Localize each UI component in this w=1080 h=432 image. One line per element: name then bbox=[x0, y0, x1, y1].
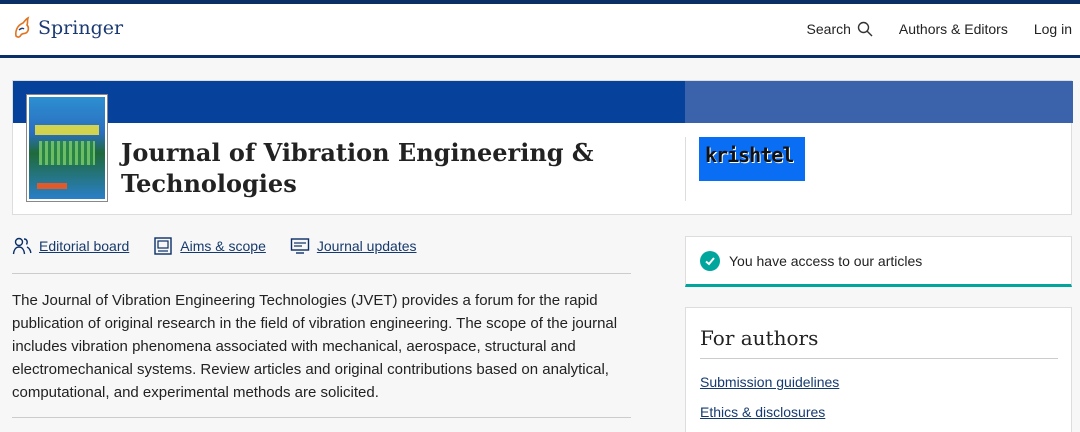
springer-logo[interactable]: Springer bbox=[12, 16, 123, 40]
journal-color-band bbox=[13, 81, 685, 123]
book-icon bbox=[154, 237, 172, 255]
authors-editors-label: Authors & Editors bbox=[898, 21, 1008, 37]
vertical-divider bbox=[685, 137, 686, 201]
people-icon bbox=[12, 237, 32, 255]
editorial-board-label: Editorial board bbox=[39, 238, 130, 254]
search-icon bbox=[857, 21, 873, 37]
journal-updates-label: Journal updates bbox=[316, 238, 417, 254]
login-label: Log in bbox=[1033, 21, 1072, 37]
journal-updates-link[interactable]: Journal updates bbox=[290, 236, 417, 256]
site-header: Springer Search Authors & Editors Log in bbox=[0, 4, 1080, 58]
journal-header-card: Journal of Vibration Engineering & Techn… bbox=[12, 80, 1073, 215]
for-authors-divider bbox=[700, 358, 1058, 359]
editorial-board-link[interactable]: Editorial board bbox=[12, 236, 129, 256]
divider-top bbox=[12, 273, 631, 274]
journal-title: Journal of Vibration Engineering & Techn… bbox=[121, 138, 594, 198]
cover-publisher-mark bbox=[37, 183, 67, 189]
check-icon bbox=[700, 250, 720, 271]
submission-guidelines-link[interactable]: Submission guidelines bbox=[700, 374, 839, 390]
header-nav: Search Authors & Editors Log in bbox=[781, 21, 1072, 37]
journal-links: Editorial board Aims & scope Journal upd… bbox=[12, 236, 417, 256]
partner-logo-text: krishtel bbox=[705, 143, 794, 167]
ethics-disclosures-link[interactable]: Ethics & disclosures bbox=[700, 404, 825, 420]
cover-title-block bbox=[35, 125, 99, 135]
authors-editors-link[interactable]: Authors & Editors bbox=[899, 21, 1008, 37]
access-banner: You have access to our articles bbox=[685, 236, 1072, 287]
monitor-icon bbox=[290, 238, 310, 254]
springer-horse-icon bbox=[15, 16, 30, 38]
for-authors-panel: For authors Submission guidelines Ethics… bbox=[685, 307, 1072, 432]
aims-scope-link[interactable]: Aims & scope bbox=[153, 236, 266, 256]
divider-bottom bbox=[12, 417, 631, 418]
for-authors-heading: For authors bbox=[700, 326, 819, 350]
springer-brand-text: Springer bbox=[38, 17, 124, 39]
login-link[interactable]: Log in bbox=[1034, 21, 1072, 37]
partner-logo: krishtel bbox=[699, 137, 805, 181]
journal-description: The Journal of Vibration Engineering Tec… bbox=[12, 292, 618, 401]
search-label: Search bbox=[806, 21, 851, 37]
search-button[interactable]: Search bbox=[807, 21, 873, 37]
aims-scope-label: Aims & scope bbox=[180, 238, 266, 254]
journal-cover-image[interactable] bbox=[27, 95, 107, 201]
partner-color-band bbox=[685, 81, 1073, 123]
cover-graphic bbox=[39, 141, 95, 165]
access-text: You have access to our articles bbox=[729, 252, 923, 269]
